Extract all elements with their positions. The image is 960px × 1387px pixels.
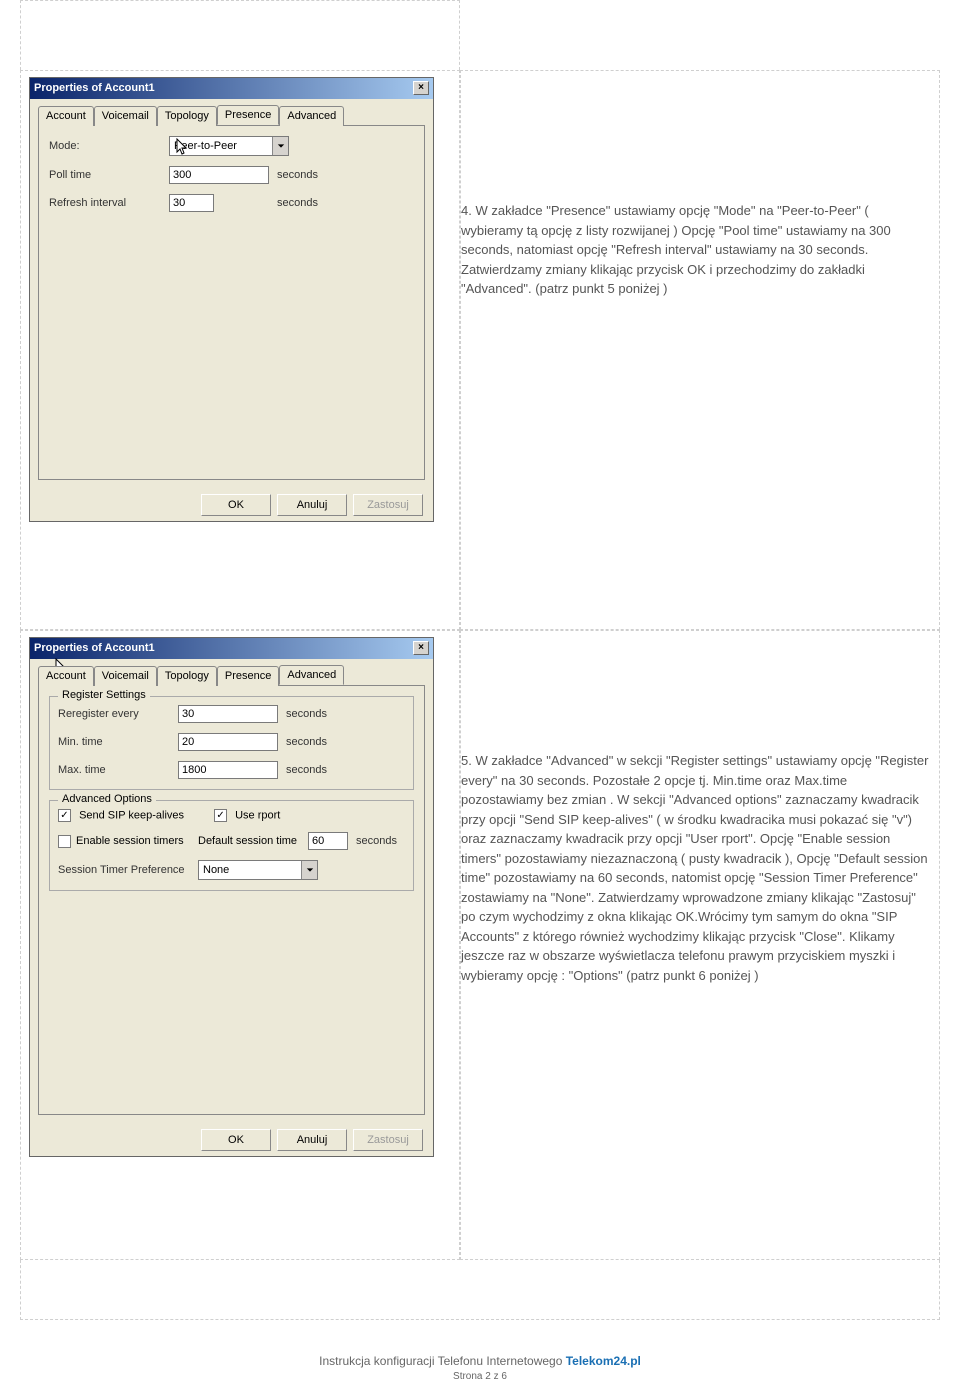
footer: Instrukcja konfiguracji Telefonu Interne… [0,1354,960,1382]
refresh-label: Refresh interval [49,197,169,209]
timer-pref-value: None [203,864,229,876]
close-icon[interactable]: × [413,81,429,95]
enable-timers-label: Enable session timers [76,835,184,847]
tabs: Account Voicemail Topology Presence Adva… [30,659,433,685]
tab-advanced[interactable]: Advanced [279,665,344,685]
apply-button[interactable]: Zastosuj [353,494,423,516]
footer-brand: Telekom24.pl [566,1354,641,1368]
apply-button[interactable]: Zastosuj [353,1129,423,1151]
instruction-step-4: 4. W zakładce "Presence" ustawiamy opcję… [461,71,939,309]
ok-button[interactable]: OK [201,1129,271,1151]
tab-voicemail[interactable]: Voicemail [94,106,157,126]
refresh-interval-input[interactable] [169,194,214,212]
group-title: Register Settings [58,689,150,701]
seconds-label: seconds [286,764,327,776]
seconds-label: seconds [286,736,327,748]
dialog-presence: Properties of Account1 × Account Voicema… [29,77,434,522]
min-time-label: Min. time [58,736,178,748]
chevron-down-icon [301,861,317,879]
dialog-advanced: Properties of Account1 × Account Voicema… [29,637,434,1157]
mode-label: Mode: [49,140,169,152]
default-session-input[interactable] [308,832,348,850]
tabs: Account Voicemail Topology Presence Adva… [30,99,433,125]
max-time-input[interactable] [178,761,278,779]
title-bar: Properties of Account1 × [30,78,433,99]
enable-timers-checkbox[interactable] [58,835,71,848]
chevron-down-icon [272,137,288,155]
max-time-label: Max. time [58,764,178,776]
default-session-label: Default session time [198,835,308,847]
tab-account[interactable]: Account [38,106,94,126]
use-rport-checkbox[interactable]: ✓ [214,809,227,822]
timer-pref-label: Session Timer Preference [58,864,198,876]
send-sip-checkbox[interactable]: ✓ [58,809,71,822]
tab-advanced[interactable]: Advanced [279,106,344,126]
poll-label: Poll time [49,169,169,181]
tab-presence[interactable]: Presence [217,666,279,686]
min-time-input[interactable] [178,733,278,751]
send-sip-label: Send SIP keep-alives [79,809,184,821]
tab-presence[interactable]: Presence [217,105,279,125]
cancel-button[interactable]: Anuluj [277,1129,347,1151]
register-settings-group: Register Settings Reregister every secon… [49,696,414,790]
ok-button[interactable]: OK [201,494,271,516]
seconds-label: seconds [277,197,318,209]
poll-time-input[interactable] [169,166,269,184]
advanced-options-group: Advanced Options ✓ Send SIP keep-alives … [49,800,414,891]
title-bar: Properties of Account1 × [30,638,433,659]
tab-topology[interactable]: Topology [157,106,217,126]
group-title: Advanced Options [58,793,156,805]
reregister-label: Reregister every [58,708,178,720]
cursor-icon [176,138,190,156]
footer-text: Instrukcja konfiguracji Telefonu Interne… [319,1354,562,1368]
timer-pref-dropdown[interactable]: None [198,860,318,880]
seconds-label: seconds [286,708,327,720]
tab-topology[interactable]: Topology [157,666,217,686]
dialog-title: Properties of Account1 [34,642,155,654]
cancel-button[interactable]: Anuluj [277,494,347,516]
close-icon[interactable]: × [413,641,429,655]
tab-account[interactable]: Account [38,666,94,686]
panel: Mode: Peer-to-Peer Poll time seconds Re [38,125,425,480]
seconds-label: seconds [277,169,318,181]
dialog-title: Properties of Account1 [34,82,155,94]
footer-page: Strona 2 z 6 [453,1371,507,1382]
panel: Register Settings Reregister every secon… [38,685,425,1115]
reregister-input[interactable] [178,705,278,723]
use-rport-label: Use rport [235,809,280,821]
instruction-step-5: 5. W zakładce "Advanced" w sekcji "Regis… [461,631,939,995]
tab-voicemail[interactable]: Voicemail [94,666,157,686]
seconds-label: seconds [356,835,397,847]
